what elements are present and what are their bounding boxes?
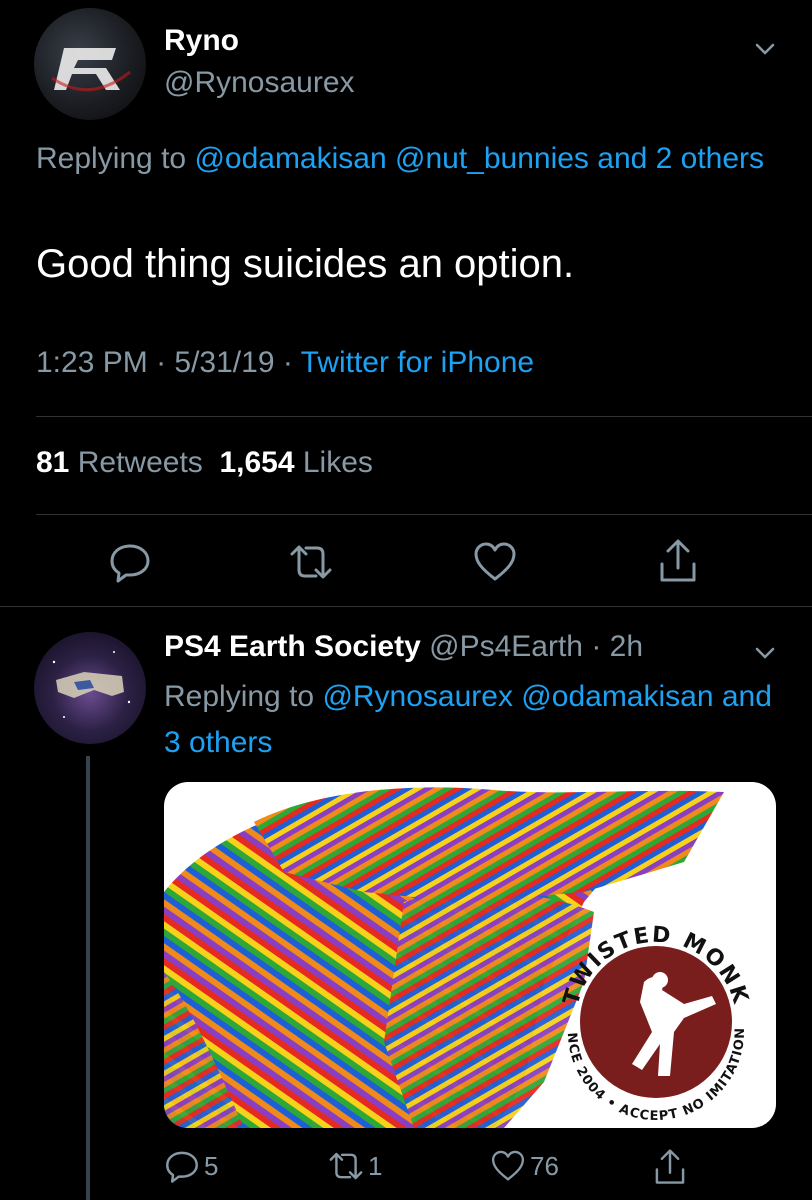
share-icon[interactable] xyxy=(652,1148,688,1186)
divider xyxy=(0,606,812,607)
retweet-icon[interactable] xyxy=(326,1148,366,1184)
reply-icon[interactable] xyxy=(164,1148,200,1184)
author-name[interactable]: Ryno xyxy=(164,24,239,58)
tweet-meta: 1:23 PM · 5/31/19 · Twitter for iPhone xyxy=(36,346,534,380)
reply-author-line: PS4 Earth Society @Ps4Earth · 2h xyxy=(164,630,643,664)
divider xyxy=(36,416,812,417)
reply-count: 5 xyxy=(204,1150,219,1181)
meta-separator: · xyxy=(274,346,301,379)
author-avatar[interactable] xyxy=(34,8,146,120)
share-action[interactable] xyxy=(652,1148,688,1186)
rope-photo: TWISTED MONK SINCE 2004 • ACCEPT NO IMIT… xyxy=(164,782,751,1128)
likes-stat[interactable]: 1,654 Likes xyxy=(219,446,372,479)
meta-separator: · xyxy=(582,630,610,663)
like-action[interactable]: 76 xyxy=(490,1148,559,1184)
retweets-label: Retweets xyxy=(77,446,203,479)
author-handle[interactable]: @Rynosaurex xyxy=(164,66,355,100)
reply-time-ago: 2h xyxy=(609,630,644,663)
tweet-text: Good thing suicides an option. xyxy=(36,242,575,286)
likes-count: 1,654 xyxy=(219,446,295,479)
retweets-count: 81 xyxy=(36,446,70,479)
retweet-action[interactable]: 1 xyxy=(326,1148,382,1184)
reply-action[interactable]: 5 xyxy=(164,1148,218,1184)
reply-media-image[interactable]: TWISTED MONK SINCE 2004 • ACCEPT NO IMIT… xyxy=(164,782,776,1128)
share-icon[interactable] xyxy=(656,538,700,584)
reply-author-avatar[interactable] xyxy=(34,632,146,744)
replying-to: Replying to @odamakisan @nut_bunnies and… xyxy=(36,136,776,182)
replying-users-link[interactable]: @odamakisan @nut_bunnies and 2 others xyxy=(194,142,764,175)
reply-author-name[interactable]: PS4 Earth Society xyxy=(164,630,421,663)
retweets-stat[interactable]: 81 Retweets xyxy=(36,446,203,479)
replying-prefix: Replying to xyxy=(164,680,323,713)
like-icon[interactable] xyxy=(472,540,518,584)
reply-author-handle[interactable]: @Ps4Earth xyxy=(429,630,583,663)
likes-label: Likes xyxy=(302,446,373,479)
like-count: 76 xyxy=(530,1150,559,1181)
retweet-icon[interactable] xyxy=(286,540,336,584)
divider xyxy=(36,514,812,515)
tweet-date: 5/31/19 xyxy=(174,346,275,379)
replying-prefix: Replying to xyxy=(36,142,195,175)
chevron-down-icon[interactable] xyxy=(754,642,776,664)
reply-replying-to: Replying to @Rynosaurex @odamakisan and … xyxy=(164,674,784,766)
tweet-client-link[interactable]: Twitter for iPhone xyxy=(301,346,534,379)
tweet-time: 1:23 PM xyxy=(36,346,148,379)
tweet-stats: 81 Retweets 1,654 Likes xyxy=(36,446,373,480)
reply-icon[interactable] xyxy=(108,540,152,584)
chevron-down-icon[interactable] xyxy=(754,38,776,60)
retweet-count: 1 xyxy=(368,1150,383,1181)
thread-line xyxy=(86,756,90,1200)
like-icon[interactable] xyxy=(490,1148,526,1184)
meta-separator: · xyxy=(147,346,175,379)
